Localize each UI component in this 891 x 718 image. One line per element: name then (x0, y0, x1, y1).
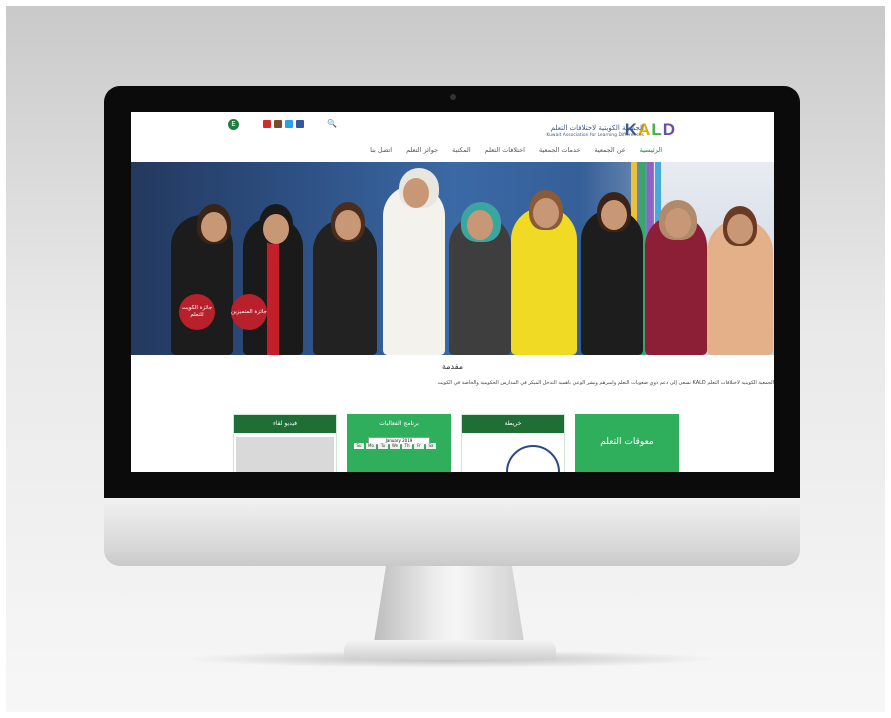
nav-item-about[interactable]: عن الجمعية (594, 146, 625, 154)
calendar-grid: Su Mo Tu We Th Fr Sa (354, 443, 436, 449)
nav-item-services[interactable]: خدمات الجمعية (539, 146, 580, 154)
hero-banner: جائزة الكويت للتعلم جائزة المتميزين (131, 162, 774, 355)
monitor-stand (374, 566, 524, 642)
card-title: خريطة (462, 415, 564, 433)
calendar-day-header: Tu (378, 443, 388, 449)
logo-name-arabic: الجمعية الكويتية لاختلافات التعلم (550, 124, 644, 132)
card-events-calendar[interactable]: برنامج الفعاليات January 2019 Su Mo Tu W… (347, 414, 451, 472)
card-learning-obstacles[interactable]: معوقات التعلم (575, 414, 679, 472)
photo-person-face (335, 210, 361, 240)
photo-person-face (727, 214, 753, 244)
video-thumbnail[interactable] (236, 437, 334, 472)
photo-person-face (403, 178, 429, 208)
photo-person (383, 185, 445, 355)
calendar-day-header: Sa (426, 443, 436, 449)
calendar-day-header: We (390, 443, 400, 449)
calendar-day-header: Su (354, 443, 364, 449)
intro-text: الجمعية الكويتية لاختلافات التعلم KALD ت… (437, 380, 774, 386)
card-title: فيديو لقاء (234, 415, 336, 433)
logo-letter-l: L (651, 120, 663, 139)
nav-item-awards[interactable]: جوائز التعلم (406, 146, 438, 154)
social-links (263, 120, 304, 128)
site-header: E 🔍 KALD الجمعية الكويتية لاختلافات التع… (131, 112, 774, 162)
card-title: برنامج الفعاليات (348, 415, 450, 433)
photo-person-face (263, 214, 289, 244)
photo-person-face (601, 200, 627, 230)
card-video[interactable]: فيديو لقاء (233, 414, 337, 472)
card-map[interactable]: خريطة (461, 414, 565, 472)
logo-letter-d: D (662, 120, 676, 139)
main-nav: الرئيسية عن الجمعية خدمات الجمعية اختلاف… (370, 146, 662, 154)
nav-item-library[interactable]: المكتبة (452, 146, 471, 154)
camera-icon (450, 94, 456, 100)
youtube-icon[interactable] (263, 120, 271, 128)
logo-name-english: Kuwait Association for Learning Differen… (546, 133, 644, 138)
website-screen: E 🔍 KALD الجمعية الكويتية لاختلافات التع… (131, 112, 774, 472)
nav-item-learning-differences[interactable]: اختلافات التعلم (485, 146, 525, 154)
monitor-foot (344, 640, 556, 660)
calendar-day-header: Th (402, 443, 412, 449)
instagram-icon[interactable] (274, 120, 282, 128)
calendar-day-header: Fr (414, 443, 424, 449)
nav-item-contact[interactable]: اتصل بنا (370, 146, 392, 154)
intro-title: مقدمة (441, 362, 464, 371)
photo-person-face (533, 198, 559, 228)
search-icon[interactable]: 🔍 (327, 119, 337, 128)
photo-person-face (467, 210, 493, 240)
facebook-icon[interactable] (296, 120, 304, 128)
nav-item-home[interactable]: الرئيسية (640, 146, 662, 154)
hero-award-badge[interactable]: جائزة المتميزين (231, 294, 267, 330)
twitter-icon[interactable] (285, 120, 293, 128)
language-button[interactable]: E (228, 119, 239, 130)
photo-person-face (201, 212, 227, 242)
card-title: معوقات التعلم (600, 437, 654, 447)
calendar-day-header: Mo (366, 443, 376, 449)
hero-award-badge[interactable]: جائزة الكويت للتعلم (179, 294, 215, 330)
photo-person-face (665, 208, 691, 238)
map-seal-icon (506, 445, 560, 472)
monitor-chin (104, 498, 800, 566)
